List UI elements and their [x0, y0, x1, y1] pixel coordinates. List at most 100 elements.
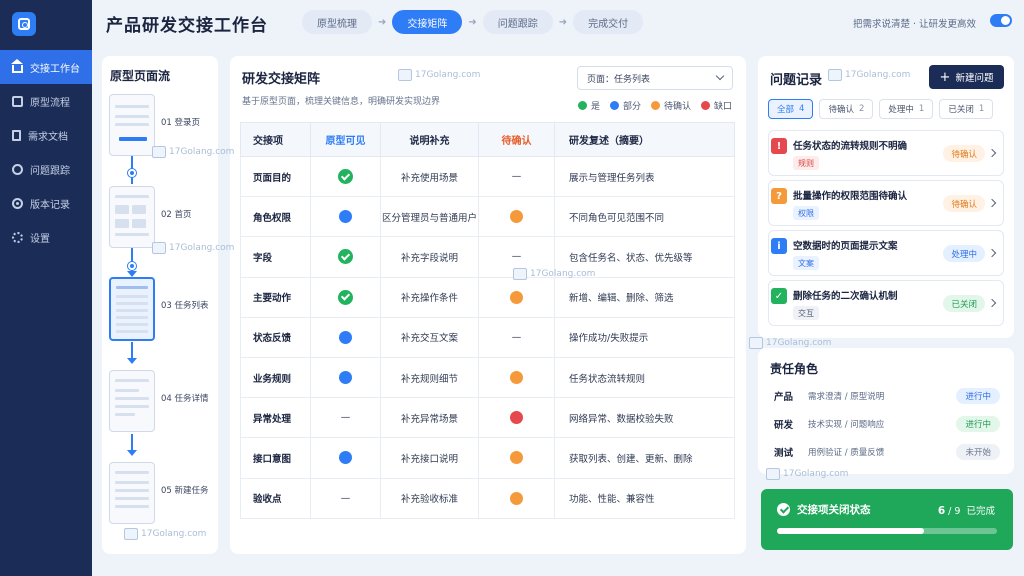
sidebar-item-requirements[interactable]: 需求文档	[0, 118, 92, 152]
page-label: 01 登录页	[161, 118, 201, 128]
row-item: 业务规则	[240, 356, 311, 399]
filter-closed[interactable]: 已关闭 1	[939, 99, 994, 119]
legend-item: 缺口	[700, 99, 732, 112]
step-delivery[interactable]: 完成交付	[573, 10, 644, 34]
row-item: 接口意图	[240, 437, 311, 479]
status-mark-none: —	[511, 331, 522, 343]
role-row: 研发 技术实现 / 问题响应 进行中	[774, 414, 1000, 434]
status-mark-partial	[339, 451, 352, 465]
arrow-down-icon	[127, 358, 137, 364]
flow-connector	[128, 169, 136, 177]
legend-dot	[650, 101, 660, 110]
page-thumbnail-task-list[interactable]	[109, 277, 155, 341]
sidebar: 交接工作台 原型流程 需求文档 问题跟踪 版本记录 设置	[0, 0, 92, 576]
page-thumbnail-task-detail[interactable]	[109, 370, 155, 432]
page-select[interactable]: 页面：任务列表	[577, 66, 733, 90]
sidebar-item-label: 需求文档	[28, 131, 68, 143]
row-item: 异常处理	[240, 397, 311, 439]
column-header: 研发复述（摘要）	[554, 122, 735, 157]
legend-dot	[700, 101, 710, 110]
sidebar-item-versions[interactable]: 版本记录	[0, 186, 92, 220]
status-mark-none: —	[340, 492, 351, 504]
sidebar-item-label: 交接工作台	[30, 63, 80, 75]
filter-pending[interactable]: 待确认 2	[819, 99, 874, 119]
app-logo[interactable]	[12, 12, 36, 36]
progress-count: 6 / 9 已完成	[937, 505, 995, 517]
responsible-roles-panel: 责任角色 产品 需求澄清 / 原型说明 进行中 研发 技术实现 / 问题响应 进行中 测试用…	[758, 348, 1014, 474]
status-mark-yes: 是	[338, 289, 353, 305]
cell-visible: —	[310, 477, 381, 519]
status-mark-pending	[510, 491, 523, 505]
issue-type-icon: i	[771, 238, 787, 254]
row-item: 状态反馈	[240, 316, 311, 358]
status-mark-none: —	[511, 171, 522, 183]
issue-record-panel: 问题记录 + 新建问题 全部 4 待确认 2 处理中 1 已关闭 1 ! 任务状态的流转规…	[758, 56, 1014, 338]
cell-pending	[478, 397, 555, 439]
plus-icon: +	[939, 69, 951, 85]
cell-note: 补充交互文案	[380, 316, 479, 358]
sidebar-item-workbench[interactable]: 交接工作台	[0, 50, 92, 84]
issue-title: 空数据时的页面提示文案	[793, 241, 898, 252]
issue-status-badge: 已关闭	[943, 295, 985, 312]
legend-dot	[577, 101, 587, 110]
cell-visible	[310, 316, 381, 358]
role-name: 产品	[774, 392, 794, 403]
matrix-subtitle: 基于原型页面，梳理关键信息，明确研发实现边界	[242, 97, 441, 107]
status-mark-pending	[510, 451, 523, 465]
cell-pending	[478, 437, 555, 479]
cell-recap: 不同角色可见范围不同	[554, 196, 735, 238]
sidebar-nav: 交接工作台 原型流程 需求文档 问题跟踪 版本记录 设置	[0, 50, 92, 254]
table-row: 字段 是 补充字段说明 — 包含任务名、状态、优先级等	[240, 236, 735, 278]
sidebar-item-settings[interactable]: 设置	[0, 220, 92, 254]
role-description: 用例验证 / 质量反馈	[808, 448, 885, 458]
page-title: 产品研发交接工作台	[106, 16, 268, 36]
issue-tag: 规则	[793, 156, 819, 170]
column-header: 交接项	[240, 122, 311, 157]
cell-recap: 包含任务名、状态、优先级等	[554, 236, 735, 278]
issue-title: 批量操作的权限范围待确认	[793, 191, 908, 202]
role-description: 技术实现 / 问题响应	[808, 420, 885, 430]
chevron-right-icon	[987, 198, 997, 208]
cell-note: 补充接口说明	[380, 437, 479, 479]
issue-item[interactable]: i 空数据时的页面提示文案 文案 处理中	[768, 230, 1004, 276]
filter-in-progress[interactable]: 处理中 1	[879, 99, 934, 119]
issue-item[interactable]: ✓ 删除任务的二次确认机制 交互 已关闭	[768, 280, 1004, 326]
cell-note: 补充字段说明	[380, 236, 479, 278]
table-header-row: 交接项 原型可见 说明补充 待确认 研发复述（摘要）	[240, 122, 735, 157]
issue-item[interactable]: ? 批量操作的权限范围待确认 权限 待确认	[768, 180, 1004, 226]
status-mark-yes: 是	[338, 249, 353, 265]
theme-toggle[interactable]	[990, 14, 1012, 27]
step-prototype[interactable]: 原型梳理	[302, 10, 372, 34]
issue-filters: 全部 4 待确认 2 处理中 1 已关闭 1	[768, 99, 994, 119]
cell-visible	[310, 437, 381, 479]
filter-all[interactable]: 全部 4	[768, 99, 814, 119]
cell-note: 区分管理员与普通用户	[380, 196, 479, 238]
page-thumbnail-new-task[interactable]	[109, 462, 155, 524]
page-label: 04 任务详情	[161, 394, 209, 404]
issue-item[interactable]: ! 任务状态的流转规则不明确 规则 待确认	[768, 130, 1004, 176]
cell-recap: 功能、性能、兼容性	[554, 477, 735, 519]
step-matrix[interactable]: 交接矩阵	[392, 10, 463, 34]
table-row: 页面目的 是 补充使用场景 — 展示与管理任务列表	[240, 155, 735, 198]
progress-fill	[777, 528, 924, 534]
issue-type-icon: ✓	[771, 288, 787, 304]
table-row: 状态反馈 补充交互文案 — 操作成功/失败提示	[240, 316, 735, 358]
cell-pending	[478, 196, 555, 238]
cell-recap: 展示与管理任务列表	[554, 155, 735, 198]
page-thumbnail-login[interactable]	[109, 94, 155, 156]
cell-recap: 操作成功/失败提示	[554, 316, 735, 358]
step-issues[interactable]: 问题跟踪	[482, 10, 553, 34]
cell-note: 补充使用场景	[380, 155, 479, 198]
page-label: 03 任务列表	[161, 301, 209, 311]
new-issue-button[interactable]: + 新建问题	[929, 65, 1004, 89]
chevron-right-icon	[987, 298, 997, 308]
arrow-down-icon	[127, 450, 137, 456]
matrix-title: 研发交接矩阵	[242, 72, 321, 87]
handoff-matrix-panel: 研发交接矩阵 基于原型页面，梳理关键信息，明确研发实现边界 页面：任务列表 是 …	[230, 56, 746, 554]
sidebar-item-issues[interactable]: 问题跟踪	[0, 152, 92, 186]
page-thumbnail-home[interactable]	[109, 186, 155, 248]
column-header: 说明补充	[380, 122, 479, 157]
status-mark-partial	[339, 330, 352, 344]
flow-icon	[12, 95, 23, 107]
sidebar-item-prototype-flow[interactable]: 原型流程	[0, 84, 92, 118]
